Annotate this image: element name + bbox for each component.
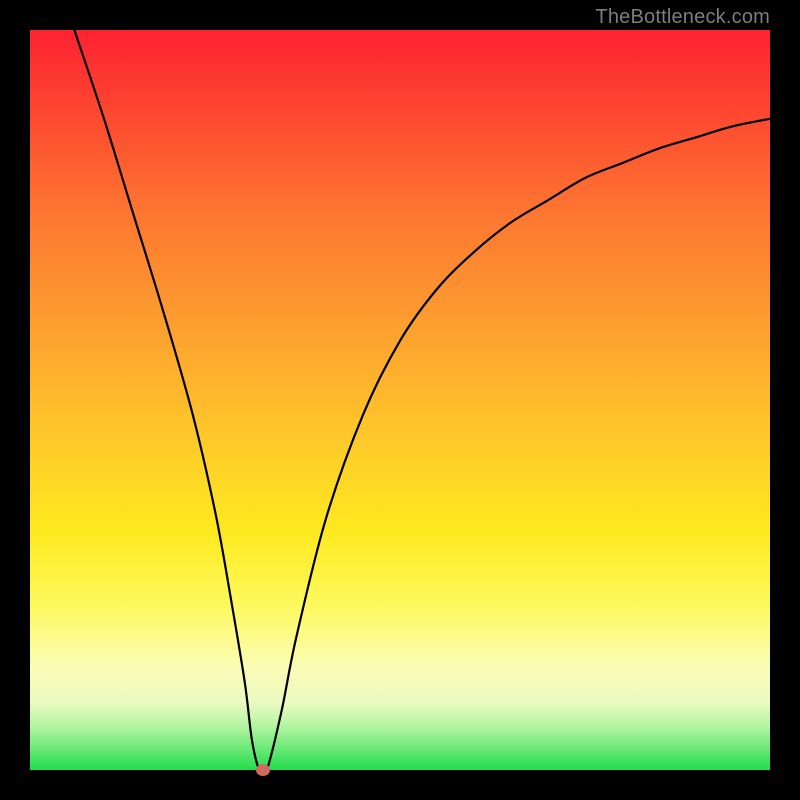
bottleneck-curve: [30, 30, 770, 770]
optimum-marker: [256, 764, 270, 776]
chart-frame: TheBottleneck.com: [0, 0, 800, 800]
watermark-text: TheBottleneck.com: [595, 6, 770, 29]
plot-area: [30, 30, 770, 770]
